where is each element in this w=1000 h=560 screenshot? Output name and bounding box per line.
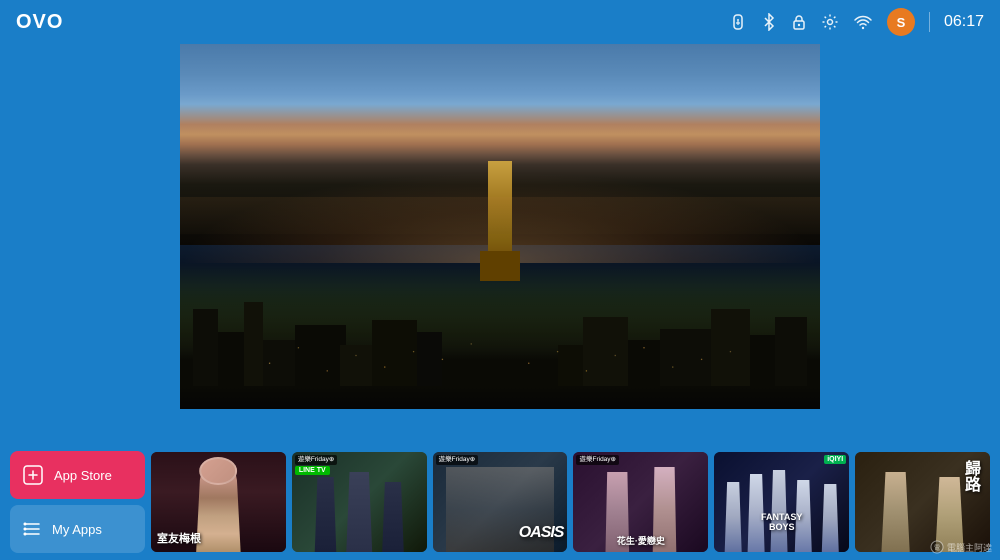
main-video[interactable] [180,44,820,409]
thumb5-iqiyi-badge: iQIYI [824,455,846,464]
my-apps-icon [22,519,42,539]
horizon-haze [180,197,820,234]
svg-text:電: 電 [934,545,940,552]
remote-icon [729,13,747,31]
thumb1-title: 室友梅根 [157,530,201,546]
topbar-icons: S 06:17 [729,8,984,36]
thumbnail-6[interactable]: 歸路 [855,452,990,552]
thumb3-badge: 遊樂Friday⊕ [436,455,479,465]
app-store-button[interactable]: App Store [10,451,145,499]
app-buttons: App Store My Apps [10,451,145,553]
thumbnail-5[interactable]: iQIYI FANTASYBOYS [714,452,849,552]
thumbnail-4[interactable]: 遊樂Friday⊕ 花生·愛戀史 [573,452,708,552]
my-apps-button[interactable]: My Apps [10,505,145,553]
thumb3-oasis-title: OASIS [519,524,564,542]
bottom-bar: App Store My Apps [0,444,1000,560]
lock-icon [791,13,807,31]
app-store-icon [22,464,44,486]
app-store-label: App Store [54,468,112,483]
thumb5-title: FANTASYBOYS [761,512,802,532]
clock: 06:17 [944,13,984,31]
ovo-logo: OVO [16,11,63,34]
thumb2-badge: 遊樂Friday⊕ [295,455,338,465]
thumbnail-1[interactable]: 室友梅根 [151,452,286,552]
wifi-icon [853,14,873,30]
thumbnail-2[interactable]: 遊樂Friday⊕ LINE TV [292,452,427,552]
thumbnail-strip: 室友梅根 遊樂Friday⊕ LINE TV 遊樂Friday⊕ OAS [151,452,990,552]
thumb6-title: 歸路 [958,460,982,492]
topbar: OVO [0,0,1000,44]
user-avatar[interactable]: S [887,8,915,36]
thumb4-title: 花生·愛戀史 [617,534,665,547]
bluetooth-icon [761,13,777,31]
my-apps-label: My Apps [52,522,102,537]
watermark: 電 電腦主阿達 [930,540,992,556]
settings-icon[interactable] [821,13,839,31]
thumb1-head [200,457,238,485]
video-background [180,44,820,409]
thumb2-linetv-badge: LINE TV [295,466,330,475]
thumb4-badge: 遊樂Friday⊕ [576,455,619,465]
topbar-divider [929,12,930,32]
city-silhouette [180,256,820,409]
thumbnail-3[interactable]: 遊樂Friday⊕ OASIS [433,452,568,552]
